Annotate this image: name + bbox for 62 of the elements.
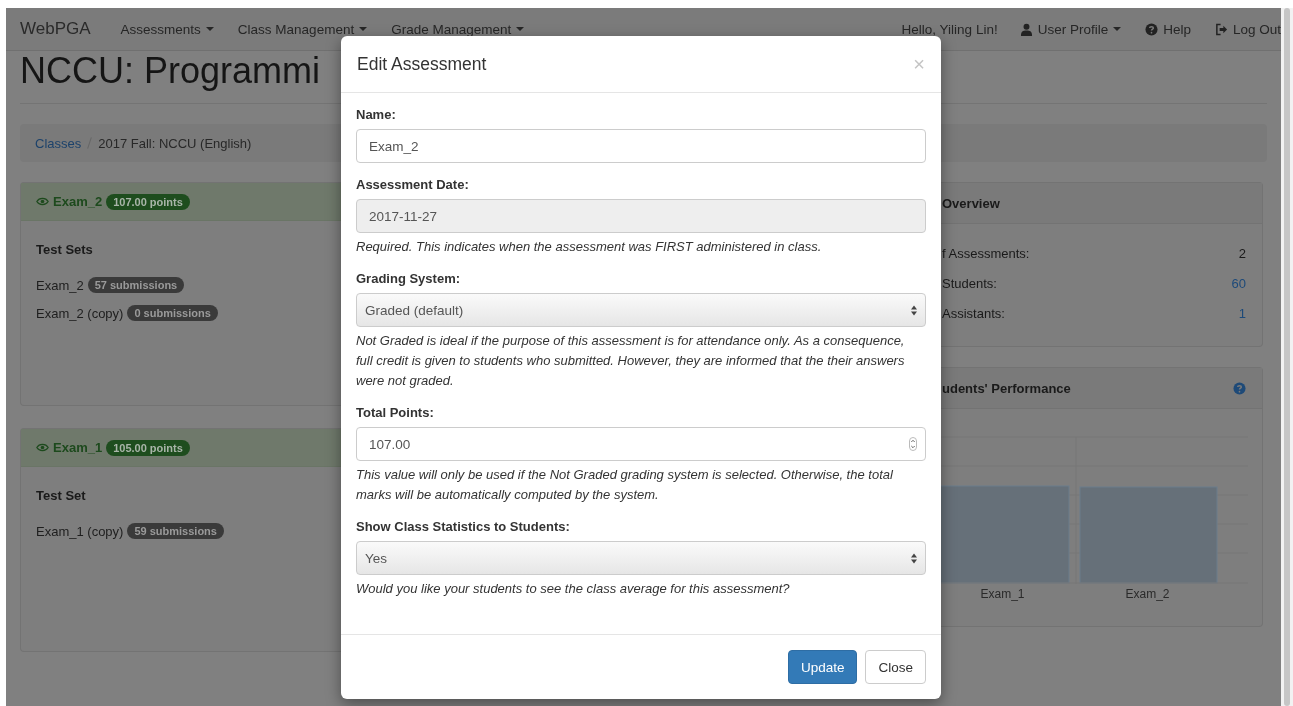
stat-label: Students:	[942, 275, 997, 291]
axis-label: Exam_1	[979, 587, 1026, 601]
caret-icon	[205, 27, 214, 31]
updown-icon	[911, 304, 917, 316]
field-label: Grading System:	[356, 271, 462, 286]
stat-label: Assistants:	[942, 305, 1005, 321]
submissions-badge: 0 submissions	[127, 305, 218, 321]
help-text: Not Graded is ideal if the purpose of this assessment is for attendance only. As a consequence, full credit is given to students who submitted. However, they are informed that the their answers were not graded.	[356, 332, 906, 390]
updown-icon	[911, 552, 917, 564]
help-text: Would you like your students to see the class average for this assessment?	[356, 580, 791, 598]
test-set-name: Exam_1 (copy)	[36, 523, 124, 539]
panel-title: Overview	[942, 195, 1000, 211]
select-field[interactable]: Graded (default)	[356, 293, 926, 327]
spinner-icon[interactable]	[909, 437, 917, 451]
eye-icon	[36, 443, 49, 452]
submissions-badge: 59 submissions	[127, 523, 224, 539]
number-field[interactable]: 107.00	[356, 427, 926, 461]
logout-icon	[1214, 22, 1228, 36]
select-field[interactable]: Yes	[356, 541, 926, 575]
user-icon	[1019, 22, 1033, 36]
page-title: NCCU: Programmi	[20, 51, 321, 91]
test-set-name: Exam_2	[36, 277, 84, 293]
breadcrumb-link[interactable]: Classes	[35, 135, 82, 151]
nav-link[interactable]: Help	[1145, 21, 1191, 37]
stat-label: f Assessments:	[942, 245, 1030, 261]
help-icon	[1145, 22, 1159, 36]
nav-menu[interactable]: Assessments	[120, 21, 214, 37]
nav-menu[interactable]: Class Management	[237, 21, 368, 37]
field-label: Assessment Date:	[356, 177, 470, 192]
dialog-title: Edit Assessment	[357, 53, 487, 75]
help-text: Required. This indicates when the assessment was FIRST administered in class.	[356, 238, 823, 256]
close-button[interactable]: Close	[865, 650, 926, 684]
stat-value[interactable]: 1	[1238, 305, 1246, 321]
caret-icon	[359, 27, 368, 31]
points-badge: 107.00 points	[106, 193, 190, 210]
section-heading: Test Set	[36, 488, 87, 503]
greeting-text: Hello, Yiling Lin!	[901, 21, 998, 37]
axis-label: Exam_2	[1124, 587, 1171, 601]
assessment-name[interactable]: Exam_2	[53, 194, 103, 209]
eye-icon	[36, 197, 49, 206]
breadcrumb-current: 2017 Fall: NCCU (English)	[98, 135, 252, 151]
brand-link[interactable]: WebPGA	[20, 19, 91, 39]
caret-icon	[516, 27, 525, 31]
help-text: This value will only be used if the Not Graded grading system is selected. Otherwise, the total marks will be automatically computed by the system.	[356, 466, 894, 504]
help-icon[interactable]	[1233, 381, 1246, 395]
panel-title: udents' Performance	[942, 380, 1071, 396]
field-label: Name:	[356, 107, 397, 122]
text-field[interactable]: Exam_2	[356, 129, 926, 163]
submissions-badge: 57 submissions	[87, 277, 185, 293]
points-badge: 105.00 points	[106, 439, 190, 456]
nav-link[interactable]: Log Out	[1214, 21, 1281, 37]
nav-link[interactable]: User Profile	[1019, 21, 1122, 37]
section-heading: Test Sets	[36, 242, 94, 257]
update-button[interactable]: Update	[787, 650, 858, 684]
test-set-name: Exam_2 (copy)	[36, 305, 124, 321]
stat-value: 2	[1238, 245, 1246, 261]
field-label: Total Points:	[356, 405, 435, 420]
assessment-name[interactable]: Exam_1	[53, 440, 103, 455]
nav-menu[interactable]: Grade Management	[391, 21, 525, 37]
caret-icon	[1113, 27, 1122, 31]
field-label: Show Class Statistics to Students:	[356, 519, 571, 534]
stat-value[interactable]: 60	[1231, 275, 1246, 291]
